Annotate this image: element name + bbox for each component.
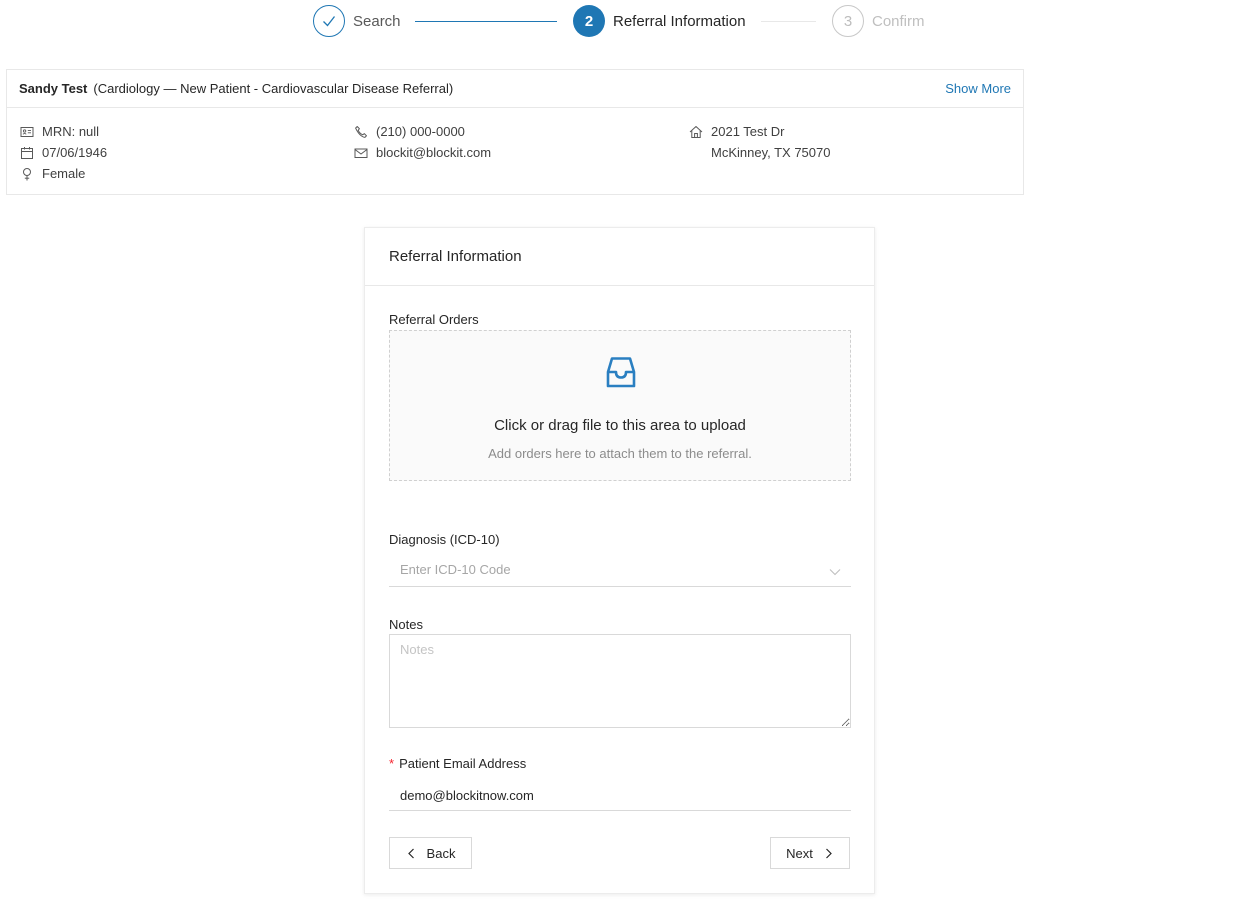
home-icon [689, 125, 703, 139]
patient-contact-column: (210) 000-0000 blockit@blockit.com [354, 121, 491, 163]
gender-row: Female [20, 163, 107, 184]
patient-name: Sandy Test [19, 81, 88, 96]
patient-card: Sandy Test (Cardiology — New Patient - C… [6, 69, 1024, 195]
step-confirm: 3 Confirm [832, 5, 925, 37]
diagnosis-label: Diagnosis (ICD-10) [389, 532, 500, 547]
chevron-right-icon [825, 848, 832, 858]
diagnosis-select[interactable]: Enter ICD-10 Code [389, 557, 851, 587]
step-referral-information: 2 Referral Information [573, 5, 746, 37]
upload-text: Click or drag file to this area to uploa… [494, 417, 746, 434]
referral-orders-label: Referral Orders [389, 312, 479, 327]
steps-progress: Search 2 Referral Information 3 Confirm [313, 5, 933, 37]
id-card-icon [20, 125, 34, 139]
email-row: blockit@blockit.com [354, 142, 491, 163]
back-button-label: Back [426, 845, 456, 861]
step-search[interactable]: Search [313, 5, 401, 37]
next-button-label: Next [786, 845, 813, 861]
patient-identity-column: MRN: null 07/06/1946 Female [20, 121, 107, 184]
form-card-title: Referral Information [365, 228, 874, 286]
address-row-2: McKinney, TX 75070 [689, 142, 830, 163]
patient-email-value: blockit@blockit.com [376, 145, 492, 160]
address-line1: 2021 Test Dr [711, 124, 785, 139]
phone-value: (210) 000-0000 [376, 124, 465, 139]
address-row: 2021 Test Dr [689, 121, 830, 142]
mrn-value: MRN: null [42, 124, 100, 139]
female-icon [20, 167, 34, 181]
mrn-row: MRN: null [20, 121, 107, 142]
mail-icon [354, 146, 368, 160]
patient-email-input[interactable] [389, 781, 851, 811]
dob-row: 07/06/1946 [20, 142, 107, 163]
referral-description: (Cardiology — New Patient - Cardiovascul… [93, 81, 454, 96]
step-connector-2 [761, 21, 816, 22]
notes-label: Notes [389, 617, 423, 632]
email-label: Patient Email Address [399, 756, 527, 771]
address-line2: McKinney, TX 75070 [711, 145, 831, 160]
gender-value: Female [42, 166, 86, 181]
check-icon [323, 16, 336, 27]
diagnosis-placeholder: Enter ICD-10 Code [400, 562, 511, 577]
step-referral-number: 2 [573, 5, 605, 37]
next-button[interactable]: Next [770, 837, 850, 869]
inbox-icon [602, 353, 640, 391]
required-mark: * [389, 756, 395, 771]
dob-value: 07/06/1946 [42, 145, 108, 160]
referral-form-card: Referral Information Referral Orders Cli… [364, 227, 875, 894]
upload-dropzone[interactable]: Click or drag file to this area to uploa… [389, 330, 851, 481]
patient-address-column: 2021 Test Dr McKinney, TX 75070 [689, 121, 830, 163]
step-confirm-title: Confirm [872, 12, 925, 30]
step-referral-title: Referral Information [613, 12, 746, 30]
chevron-left-icon [407, 848, 414, 858]
show-more-link[interactable]: Show More [945, 81, 1011, 96]
step-search-circle [313, 5, 345, 37]
step-search-title: Search [353, 12, 401, 30]
upload-hint: Add orders here to attach them to the re… [488, 446, 752, 461]
phone-row: (210) 000-0000 [354, 121, 491, 142]
phone-icon [354, 125, 368, 139]
step-confirm-number: 3 [832, 5, 864, 37]
calendar-icon [20, 146, 34, 160]
back-button[interactable]: Back [389, 837, 472, 869]
chevron-down-icon [829, 565, 841, 577]
notes-textarea[interactable] [389, 634, 851, 728]
email-label-wrap: * Patient Email Address [389, 756, 526, 771]
patient-card-header: Sandy Test (Cardiology — New Patient - C… [7, 70, 1023, 108]
step-connector-1 [415, 21, 557, 22]
